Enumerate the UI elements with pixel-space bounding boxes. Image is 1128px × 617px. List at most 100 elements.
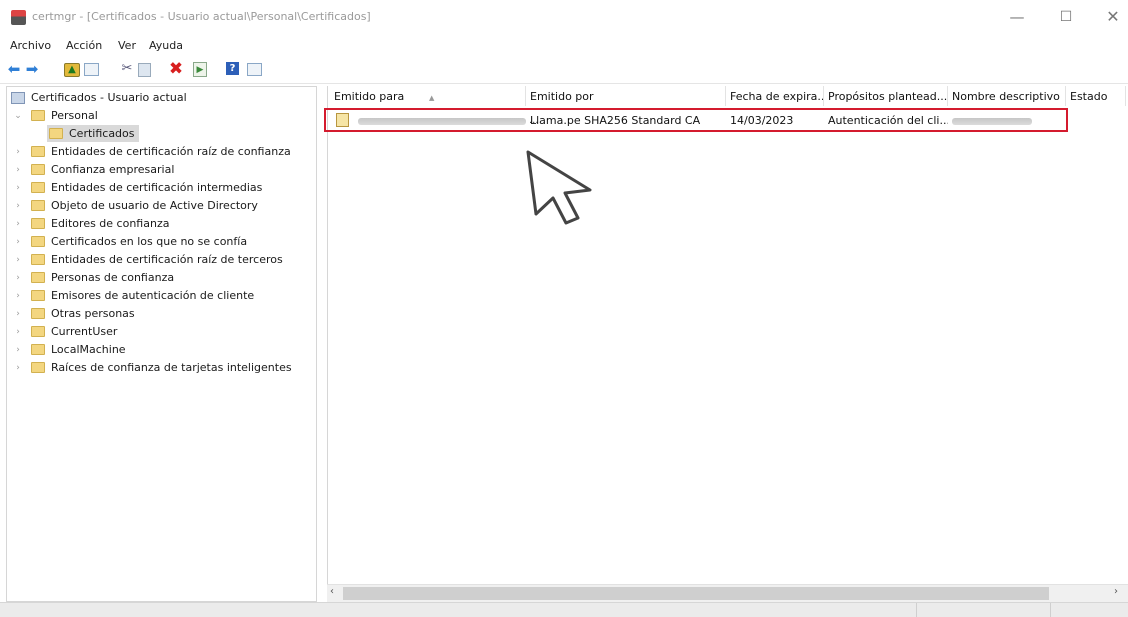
close-button[interactable]: ✕ <box>1095 6 1128 28</box>
column-label: Propósitos plantead... <box>828 90 948 103</box>
column-label: Estado <box>1070 90 1108 103</box>
tree-item-certificados[interactable]: Certificados <box>47 125 139 142</box>
tree-item-confianza-empresarial[interactable]: › Confianza empresarial <box>13 161 174 178</box>
certmgr-app-icon <box>11 10 26 25</box>
show-hide-tree-icon[interactable] <box>84 63 99 76</box>
tree-item-label: Entidades de certificación raíz de confi… <box>51 145 291 158</box>
mouse-pointer-icon <box>526 150 592 225</box>
tree-item-label: Entidades de certificación raíz de terce… <box>51 253 283 266</box>
chevron-right-icon[interactable]: › <box>13 237 23 247</box>
status-divider <box>916 603 917 617</box>
tree-item-personas-confianza[interactable]: › Personas de confianza <box>13 269 174 286</box>
folder-icon <box>31 308 45 319</box>
tree-item-emisores-autenticacion[interactable]: › Emisores de autenticación de cliente <box>13 287 254 304</box>
tree-item-label: LocalMachine <box>51 343 126 356</box>
maximize-button[interactable]: ☐ <box>1048 6 1084 28</box>
tree-item-raiz-terceros[interactable]: › Entidades de certificación raíz de ter… <box>13 251 283 268</box>
column-label: Nombre descriptivo <box>952 90 1060 103</box>
folder-icon <box>31 344 45 355</box>
help-icon[interactable]: ? <box>226 62 239 75</box>
tree-item-label: Entidades de certificación intermedias <box>51 181 263 194</box>
sort-arrow-icon: ▲ <box>429 94 435 102</box>
folder-icon <box>31 272 45 283</box>
menu-accion[interactable]: Acción <box>66 39 102 52</box>
folder-icon <box>31 326 45 337</box>
scroll-right-icon[interactable]: › <box>1114 586 1118 597</box>
tree-root[interactable]: Certificados - Usuario actual <box>11 89 187 106</box>
menu-bar: Archivo Acción Ver Ayuda <box>0 34 1128 54</box>
tree-item-raiz-confianza[interactable]: › Entidades de certificación raíz de con… <box>13 143 291 160</box>
column-label: Emitido para <box>334 90 405 103</box>
chevron-right-icon[interactable]: › <box>13 345 23 355</box>
tree-item-otras-personas[interactable]: › Otras personas <box>13 305 135 322</box>
delete-icon[interactable]: ✖ <box>168 61 184 78</box>
tree-item-label: Certificados en los que no se confía <box>51 235 248 248</box>
folder-icon <box>49 128 63 139</box>
tree-item-label: Personal <box>51 109 98 122</box>
chevron-right-icon[interactable]: › <box>13 327 23 337</box>
tree-item-label: Raíces de confianza de tarjetas intelige… <box>51 361 292 374</box>
certificates-store-icon <box>11 91 25 104</box>
highlight-box <box>324 108 1068 132</box>
tree-item-active-directory[interactable]: › Objeto de usuario de Active Directory <box>13 197 258 214</box>
status-bar <box>0 602 1128 617</box>
export-list-icon[interactable]: ▶ <box>193 62 207 77</box>
column-header-nombre-descriptivo[interactable]: Nombre descriptivo <box>948 86 1066 106</box>
tree-item-label: CurrentUser <box>51 325 118 338</box>
minimize-button[interactable]: — <box>999 6 1035 28</box>
tree-item-tarjetas-inteligentes[interactable]: › Raíces de confianza de tarjetas inteli… <box>13 359 292 376</box>
toolbar: ⬅ ➡ ▲ ✂ ✖ ▶ ? <box>0 55 1128 84</box>
folder-icon <box>31 236 45 247</box>
chevron-down-icon[interactable]: ⌄ <box>13 111 23 121</box>
chevron-right-icon[interactable]: › <box>13 291 23 301</box>
chevron-right-icon[interactable]: › <box>13 165 23 175</box>
column-header-estado[interactable]: Estado <box>1066 86 1126 106</box>
chevron-right-icon[interactable]: › <box>13 201 23 211</box>
scroll-thumb[interactable] <box>343 587 1049 600</box>
chevron-right-icon[interactable]: › <box>13 219 23 229</box>
scroll-left-icon[interactable]: ‹ <box>330 586 334 597</box>
properties-icon[interactable] <box>247 63 262 76</box>
copy-icon[interactable] <box>138 63 151 77</box>
console-tree: Certificados - Usuario actual ⌄ Personal… <box>6 86 317 602</box>
column-header-emitido-para[interactable]: Emitido para ▲ <box>330 86 526 106</box>
menu-archivo[interactable]: Archivo <box>10 39 51 52</box>
folder-icon <box>31 362 45 373</box>
chevron-right-icon[interactable]: › <box>13 255 23 265</box>
column-header-fecha-expiracion[interactable]: Fecha de expira... <box>726 86 824 106</box>
menu-ayuda[interactable]: Ayuda <box>149 39 183 52</box>
column-header-emitido-por[interactable]: Emitido por <box>526 86 726 106</box>
column-label: Emitido por <box>530 90 594 103</box>
tree-item-editores[interactable]: › Editores de confianza <box>13 215 169 232</box>
chevron-right-icon[interactable]: › <box>13 183 23 193</box>
chevron-right-icon[interactable]: › <box>13 309 23 319</box>
column-header-propositos[interactable]: Propósitos plantead... <box>824 86 948 106</box>
window-title: certmgr - [Certificados - Usuario actual… <box>32 10 371 23</box>
tree-item-intermedias[interactable]: › Entidades de certificación intermedias <box>13 179 262 196</box>
cut-icon[interactable]: ✂ <box>119 61 135 77</box>
tree-item-currentuser[interactable]: › CurrentUser <box>13 323 117 340</box>
chevron-right-icon[interactable]: › <box>13 273 23 283</box>
chevron-right-icon[interactable]: › <box>13 363 23 373</box>
tree-item-label: Otras personas <box>51 307 135 320</box>
tree-item-personal[interactable]: ⌄ Personal <box>13 107 98 124</box>
status-divider <box>1050 603 1051 617</box>
tree-item-no-confia[interactable]: › Certificados en los que no se confía <box>13 233 247 250</box>
folder-icon <box>31 182 45 193</box>
folder-icon <box>31 146 45 157</box>
back-arrow-icon[interactable]: ⬅ <box>6 61 22 77</box>
forward-arrow-icon[interactable]: ➡ <box>24 61 40 77</box>
menu-ver[interactable]: Ver <box>118 39 136 52</box>
up-folder-icon[interactable]: ▲ <box>64 63 80 77</box>
folder-icon <box>31 200 45 211</box>
chevron-right-icon[interactable]: › <box>13 147 23 157</box>
tree-item-label: Personas de confianza <box>51 271 175 284</box>
tree-item-label: Certificados <box>69 127 135 140</box>
folder-icon <box>31 110 45 121</box>
folder-icon <box>31 164 45 175</box>
tree-item-label: Editores de confianza <box>51 217 170 230</box>
certificate-list: Emitido para ▲ Emitido por Fecha de expi… <box>327 86 1128 602</box>
tree-item-localmachine[interactable]: › LocalMachine <box>13 341 126 358</box>
column-label: Fecha de expira... <box>730 90 824 103</box>
horizontal-scrollbar[interactable]: ‹ › <box>327 584 1128 602</box>
